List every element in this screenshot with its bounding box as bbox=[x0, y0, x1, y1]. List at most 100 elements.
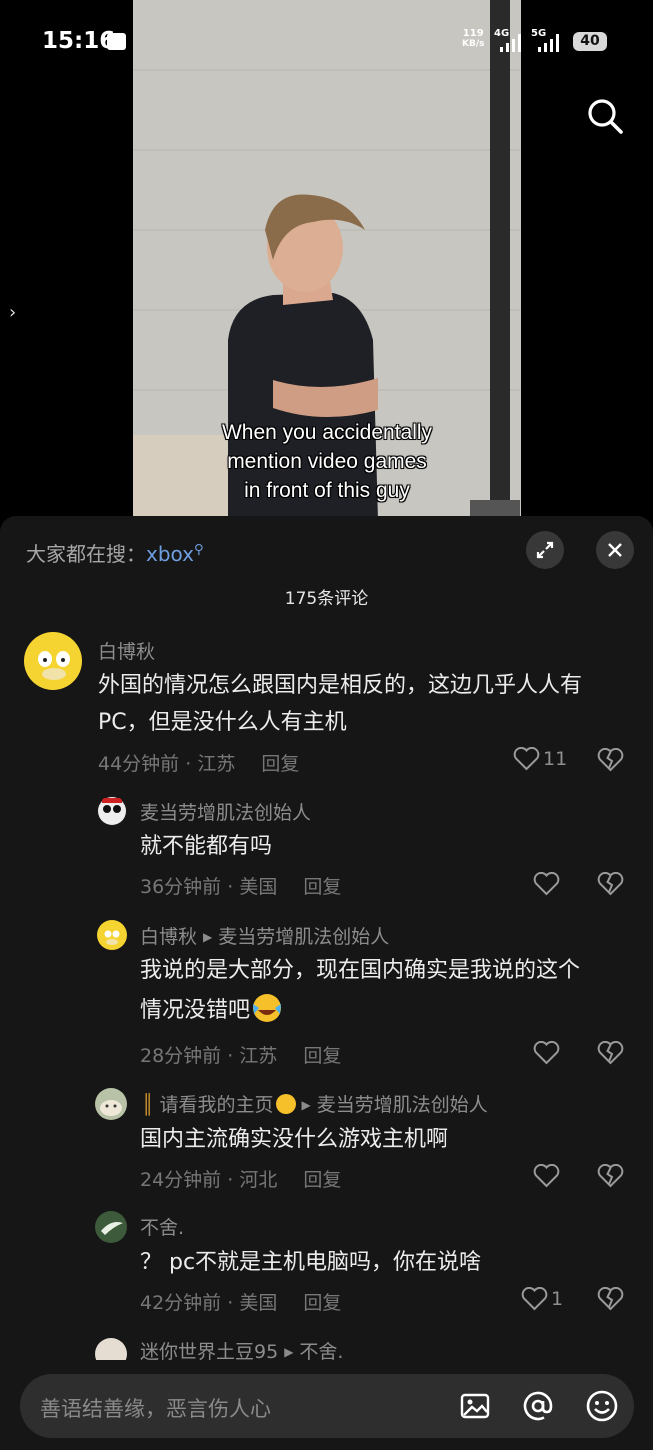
reply-arrow-icon: ▶ bbox=[203, 930, 213, 944]
reply-username[interactable]: 请看我的主页 bbox=[160, 1094, 274, 1116]
comment-meta: 24分钟前 · 河北 回复 bbox=[140, 1169, 342, 1191]
network-speed: 119 KB/s bbox=[462, 28, 484, 50]
avatar[interactable] bbox=[95, 1211, 127, 1243]
emoji-icon[interactable] bbox=[584, 1388, 620, 1424]
comment-time: 24分钟前 bbox=[140, 1169, 222, 1191]
reply-button[interactable]: 回复 bbox=[303, 876, 341, 898]
heart-icon[interactable] bbox=[533, 1041, 560, 1065]
clock: 15:16 bbox=[42, 28, 116, 54]
expand-icon bbox=[536, 541, 554, 559]
avatar[interactable] bbox=[95, 1338, 127, 1360]
network-speed-value: 119 bbox=[462, 28, 484, 39]
broken-heart-icon[interactable] bbox=[597, 1041, 624, 1065]
hot-search-prefix: 大家都在搜： bbox=[26, 542, 146, 566]
comment-count: 175条评论 bbox=[284, 589, 369, 609]
close-icon bbox=[608, 543, 622, 557]
caption-line-3: in front of this guy bbox=[244, 479, 410, 502]
caption-line-1: When you accidentally bbox=[221, 421, 433, 444]
comment-time: 44分钟前 bbox=[98, 753, 180, 775]
comment-input-placeholder[interactable]: 善语结善缘，恶言伤人心 bbox=[40, 1393, 271, 1423]
reply-username[interactable]: 白博秋 bbox=[140, 926, 197, 948]
ladder-icon: ║ bbox=[142, 1094, 154, 1116]
comment-location: 江苏 bbox=[239, 1045, 278, 1067]
heart-icon bbox=[521, 1287, 548, 1311]
reply-target[interactable]: 不舍. bbox=[299, 1341, 343, 1360]
comment-input-bar[interactable]: 善语结善缘，恶言伤人心 bbox=[20, 1374, 634, 1438]
battery-level: 40 bbox=[573, 32, 607, 51]
image-icon[interactable] bbox=[457, 1388, 493, 1424]
comment-time: 28分钟前 bbox=[140, 1045, 222, 1067]
reply-target[interactable]: 麦当劳增肌法创始人 bbox=[218, 926, 389, 948]
notification-icon bbox=[107, 33, 126, 50]
expand-button[interactable] bbox=[526, 531, 564, 569]
bird-avatar-icon bbox=[101, 1222, 123, 1235]
search-icon[interactable] bbox=[584, 96, 626, 138]
reply-button[interactable]: 回复 bbox=[303, 1292, 341, 1314]
chevron-right-icon[interactable]: › bbox=[9, 302, 16, 323]
comment-location: 江苏 bbox=[197, 753, 236, 775]
signal-bars-1-icon bbox=[500, 34, 521, 52]
network-speed-unit: KB/s bbox=[462, 39, 485, 49]
comment-text-line: 就不能都有吗 bbox=[140, 834, 273, 859]
avatar[interactable] bbox=[97, 796, 127, 826]
reply-username[interactable]: 不舍. bbox=[140, 1213, 184, 1240]
psyduck-avatar-icon bbox=[38, 651, 70, 680]
comment-location: 河北 bbox=[239, 1169, 278, 1191]
reply-header: ║ 请看我的主页 ▶ 麦当劳增肌法创始人 bbox=[142, 1090, 488, 1117]
comment-text-line: 我说的是大部分，现在国内确实是我说的这个 bbox=[140, 958, 581, 983]
at-icon[interactable] bbox=[520, 1388, 556, 1424]
hot-search-term[interactable]: xbox bbox=[146, 542, 194, 566]
panda-avatar-icon bbox=[98, 797, 126, 825]
video-caption: When you accidentally mention video game… bbox=[133, 418, 521, 505]
comment-time: 42分钟前 bbox=[140, 1292, 222, 1314]
hot-search-bar: 大家都在搜：xbox⚲ bbox=[26, 538, 204, 567]
comment-meta: 44分钟前 · 江苏 回复 bbox=[98, 753, 300, 775]
broken-heart-icon[interactable] bbox=[597, 1164, 624, 1188]
heart-icon[interactable] bbox=[533, 872, 560, 896]
comment-username[interactable]: 白博秋 bbox=[98, 637, 155, 664]
avatar[interactable] bbox=[97, 920, 127, 950]
heart-icon[interactable] bbox=[533, 1164, 560, 1188]
comment-location: 美国 bbox=[239, 1292, 278, 1314]
broken-heart-icon[interactable] bbox=[597, 1287, 624, 1311]
reply-target[interactable]: 麦当劳增肌法创始人 bbox=[317, 1094, 488, 1116]
reply-arrow-icon: ▶ bbox=[284, 1345, 294, 1359]
avatar[interactable] bbox=[95, 1088, 127, 1120]
reply-header: 迷你世界土豆95 ▶ 不舍. bbox=[140, 1337, 343, 1360]
psyduck-avatar-icon bbox=[104, 930, 120, 945]
reply-username[interactable]: 迷你世界土豆95 bbox=[140, 1341, 278, 1360]
avatar[interactable] bbox=[24, 632, 82, 690]
comment-text-line: 外国的情况怎么跟国内是相反的，这边几乎人人有 bbox=[98, 673, 583, 698]
comment-text-line: PC，但是没什么人有主机 bbox=[98, 710, 347, 735]
signal-bars-2-icon bbox=[538, 34, 559, 52]
small-search-icon: ⚲ bbox=[194, 542, 204, 558]
like-button[interactable]: 11 bbox=[513, 747, 567, 771]
comment-meta: 42分钟前 · 美国 回复 bbox=[140, 1292, 342, 1314]
comment-meta: 28分钟前 · 江苏 回复 bbox=[140, 1045, 342, 1067]
comment-text-line: ？ pc不就是主机电脑吗，你在说啥 bbox=[140, 1250, 482, 1275]
like-count: 1 bbox=[551, 1288, 564, 1310]
comment-text-fragment: 情况没错吧 bbox=[140, 998, 251, 1023]
heart-icon bbox=[513, 747, 540, 771]
reply-button[interactable]: 回复 bbox=[303, 1169, 341, 1191]
laughing-crying-emoji-icon bbox=[253, 994, 282, 1022]
close-button[interactable] bbox=[596, 531, 634, 569]
comment-text-line: 情况没错吧 bbox=[140, 992, 284, 1029]
comment-location: 美国 bbox=[239, 876, 278, 898]
grin-emoji-icon bbox=[275, 1094, 296, 1114]
reply-arrow-icon: ▶ bbox=[301, 1098, 311, 1112]
reply-button[interactable]: 回复 bbox=[303, 1045, 341, 1067]
like-button[interactable]: 1 bbox=[521, 1287, 563, 1311]
broken-heart-icon[interactable] bbox=[597, 872, 624, 896]
comment-text-line: 国内主流确实没什么游戏主机啊 bbox=[140, 1127, 449, 1152]
comment-time: 36分钟前 bbox=[140, 876, 222, 898]
partial-comment: 迷你世界土豆95 ▶ 不舍. bbox=[0, 1330, 653, 1360]
caption-line-2: mention video games bbox=[227, 450, 427, 473]
reply-username[interactable]: 麦当劳增肌法创始人 bbox=[140, 798, 311, 825]
hot-search-term-link[interactable]: xbox⚲ bbox=[146, 542, 204, 566]
like-count: 11 bbox=[543, 748, 568, 770]
comment-meta: 36分钟前 · 美国 回复 bbox=[140, 876, 342, 898]
broken-heart-icon[interactable] bbox=[597, 748, 624, 772]
reply-button[interactable]: 回复 bbox=[261, 753, 299, 775]
cat-avatar-icon bbox=[100, 1100, 122, 1116]
